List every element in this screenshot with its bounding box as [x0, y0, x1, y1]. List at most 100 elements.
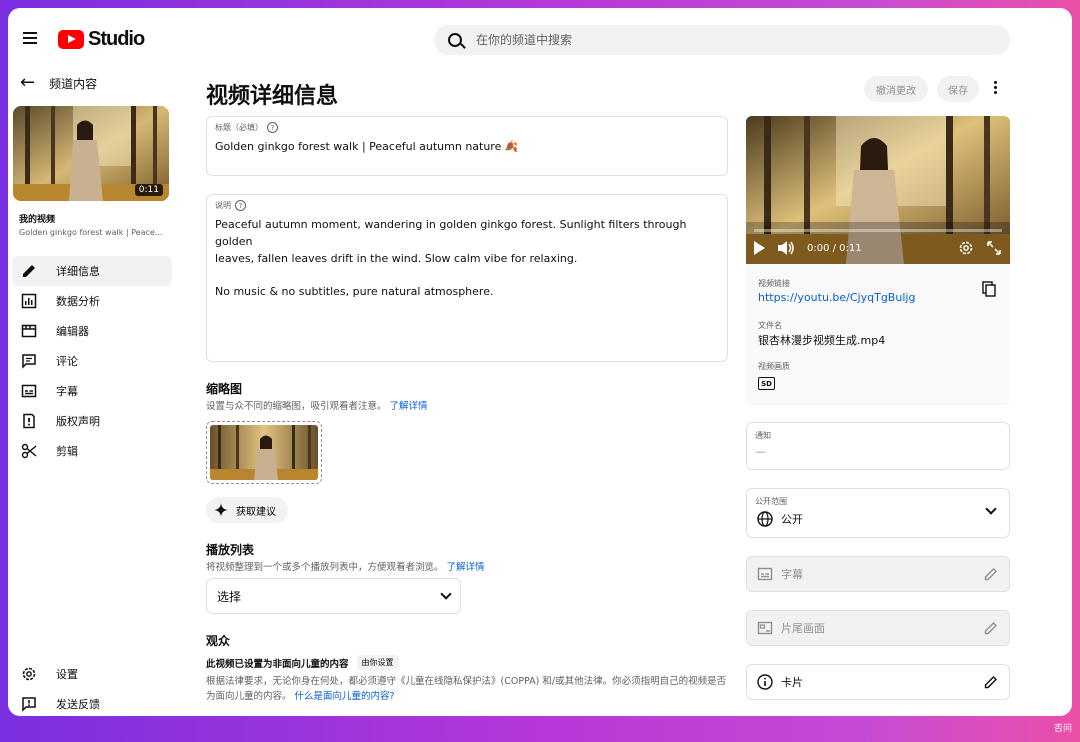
help-icon[interactable]: ? [267, 122, 278, 133]
chevron-down-icon [985, 503, 997, 515]
description-line: leaves, fallen leaves drift in the wind.… [215, 252, 578, 265]
visibility-label: 公开范围 [755, 497, 787, 506]
thumbnail-option[interactable] [206, 421, 322, 484]
end-screen-row[interactable]: 片尾画面 [746, 610, 1010, 646]
made-for-kids-link[interactable]: 什么是面向儿童的内容? [295, 691, 395, 702]
title-field-label: 标题（必填） ? [215, 122, 278, 133]
coppa-text: 根据法律要求，无论你身在何处，都必须遵守《儿童在线隐私保护法》(COPPA) 和… [206, 676, 727, 702]
sidebar-item-settings[interactable]: 设置 [12, 659, 172, 689]
title-value: Golden ginkgo forest walk | Peaceful aut… [215, 140, 502, 153]
thumbnail-image [210, 425, 318, 480]
search-bar[interactable] [434, 25, 1010, 55]
sidebar-item-label: 版权声明 [56, 415, 100, 428]
sidebar-item-analytics[interactable]: 数据分析 [12, 286, 172, 316]
scissors-icon [20, 442, 38, 460]
video-link[interactable]: https://youtu.be/CjyqTgBuljg [758, 291, 915, 304]
feedback-icon [20, 695, 38, 713]
globe-icon [756, 510, 774, 528]
fullscreen-icon[interactable] [986, 240, 1002, 256]
leaf-emoji: 🍂 [504, 140, 519, 153]
title-field[interactable]: 标题（必填） ? Golden ginkgo forest walk | Pea… [206, 116, 728, 176]
gear-icon[interactable] [958, 240, 974, 256]
sd-quality-icon: SD [758, 377, 775, 390]
comment-icon [20, 352, 38, 370]
analytics-icon [20, 292, 38, 310]
sidebar-item-label: 设置 [56, 668, 78, 681]
corner-watermark: 否问 [1053, 724, 1072, 734]
title-input[interactable]: Golden ginkgo forest walk | Peaceful aut… [215, 138, 720, 155]
sidebar-item-feedback[interactable]: 发送反馈 [12, 689, 172, 716]
more-options-icon[interactable] [992, 81, 998, 96]
copyright-icon [20, 412, 38, 430]
description-line: No music & no subtitles, pure natural at… [215, 285, 494, 298]
audience-status: 此视频已设置为非面向儿童的内容 由你设置 [206, 655, 399, 670]
description-field-label: 说明 ? [215, 200, 246, 211]
menu-icon[interactable] [23, 32, 37, 44]
copy-icon[interactable] [982, 281, 996, 297]
edit-pencil-icon[interactable] [983, 674, 999, 690]
thumbnail-section-title: 缩略图 [206, 382, 243, 396]
sidebar-item-subtitles[interactable]: 字幕 [12, 376, 172, 406]
playlist-select[interactable]: 选择 [206, 578, 461, 614]
audience-status-text: 此视频已设置为非面向儿童的内容 [206, 658, 349, 670]
subtitles-label: 字幕 [781, 568, 803, 581]
sidebar-item-copyright[interactable]: 版权声明 [12, 406, 172, 436]
search-icon[interactable] [448, 33, 462, 47]
volume-icon[interactable] [777, 240, 795, 256]
thumbnail-desc-text: 设置与众不同的缩略图，吸引观看者注意。 [206, 401, 387, 412]
learn-more-link[interactable]: 了解详情 [447, 562, 485, 573]
studio-window: Studio ← 频道内容 0:11 我的视频 Golden ginkgo fo… [8, 8, 1072, 716]
sidebar-item-label: 评论 [56, 355, 78, 368]
sidebar-item-label: 详细信息 [56, 265, 100, 278]
description-label-text: 说明 [215, 201, 231, 210]
thumbnail-section-desc: 设置与众不同的缩略图，吸引观看者注意。 了解详情 [206, 398, 428, 412]
end-screen-label: 片尾画面 [781, 622, 825, 635]
filename-value: 银杏林漫步视频生成.mp4 [758, 334, 886, 347]
description-field[interactable]: 说明 ? Peaceful autumn moment, wandering i… [206, 194, 728, 362]
sidebar-item-comments[interactable]: 评论 [12, 346, 172, 376]
play-icon[interactable] [754, 241, 765, 255]
video-preview-card: 0:00 / 0:11 视频链接 https://youtu.be/CjyqTg… [746, 116, 1010, 405]
subtitles-icon [20, 382, 38, 400]
sidebar-video-title: Golden ginkgo forest walk | Peace... [19, 228, 163, 237]
set-by-you-badge: 由你设置 [356, 655, 399, 670]
back-arrow-icon[interactable]: ← [20, 74, 35, 92]
notification-label: 通知 [755, 431, 771, 440]
logo-text: Studio [88, 28, 145, 50]
visibility-value: 公开 [781, 513, 803, 526]
playlist-desc-text: 将视频整理到一个或多个播放列表中，方便观看者浏览。 [206, 562, 444, 573]
save-button[interactable]: 保存 [937, 76, 979, 102]
get-suggestions-button[interactable]: 获取建议 [206, 497, 288, 523]
subtitles-row[interactable]: 字幕 [746, 556, 1010, 592]
sidebar-video-thumbnail[interactable]: 0:11 [13, 106, 169, 201]
notification-box: 通知 — [746, 422, 1010, 470]
undo-changes-button[interactable]: 撤消更改 [864, 76, 928, 102]
studio-logo[interactable]: Studio [58, 28, 145, 51]
get-suggestions-label: 获取建议 [236, 506, 276, 518]
back-to-content[interactable]: ← 频道内容 [20, 74, 97, 92]
sidebar-item-details[interactable]: 详细信息 [12, 256, 172, 286]
cards-row[interactable]: 卡片 [746, 664, 1010, 700]
gear-icon [20, 665, 38, 683]
cards-label: 卡片 [781, 676, 803, 689]
video-progress-bar[interactable] [754, 229, 1002, 232]
audience-section-title: 观众 [206, 634, 231, 648]
sidebar-item-clips[interactable]: 剪辑 [12, 436, 172, 466]
description-input[interactable]: Peaceful autumn moment, wandering in gol… [215, 216, 720, 300]
help-icon[interactable]: ? [235, 200, 246, 211]
search-input[interactable] [476, 33, 976, 47]
video-player[interactable]: 0:00 / 0:11 [746, 116, 1010, 264]
page-title: 视频详细信息 [206, 84, 339, 109]
edit-pencil-icon[interactable] [983, 620, 999, 636]
description-line: Peaceful autumn moment, wandering in gol… [215, 218, 687, 248]
learn-more-link[interactable]: 了解详情 [390, 401, 428, 412]
visibility-select[interactable]: 公开范围 公开 [746, 488, 1010, 538]
video-time: 0:00 / 0:11 [807, 242, 862, 254]
editor-icon [20, 322, 38, 340]
my-video-label: 我的视频 [19, 215, 56, 225]
sidebar-item-editor[interactable]: 编辑器 [12, 316, 172, 346]
end-screen-icon [756, 619, 774, 637]
sidebar-item-label: 字幕 [56, 385, 78, 398]
edit-pencil-icon[interactable] [983, 566, 999, 582]
info-icon [756, 673, 774, 691]
